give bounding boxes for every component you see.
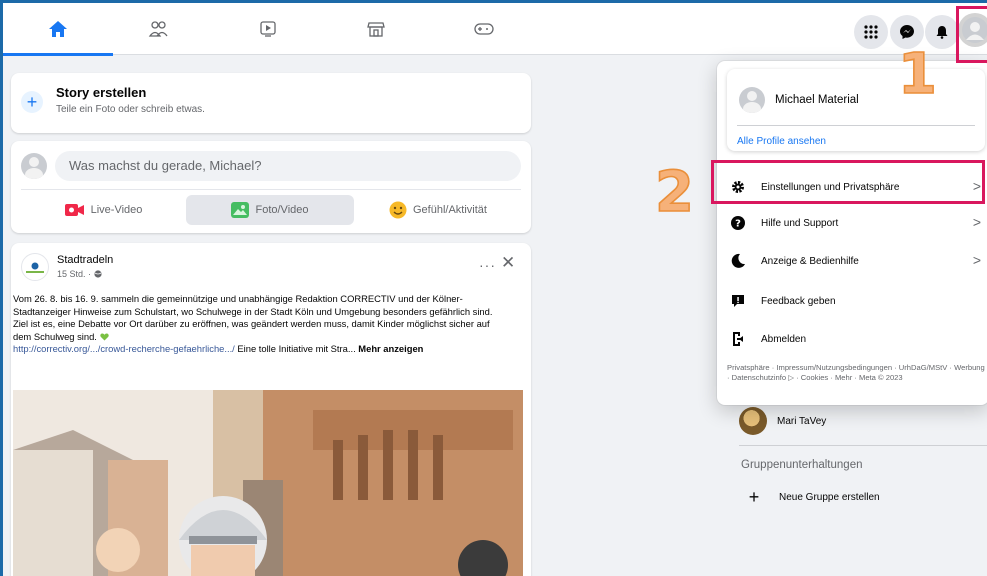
- more-options-icon[interactable]: ···: [479, 257, 496, 273]
- post-link[interactable]: http://correctiv.org/.../crowd-recherche…: [13, 343, 235, 354]
- feeling-activity-button[interactable]: Gefühl/Aktivität: [354, 195, 522, 225]
- contact-item[interactable]: Mari TaVey: [739, 407, 826, 435]
- menu-item-label: Feedback geben: [761, 295, 836, 307]
- status-input[interactable]: Was machst du gerade, Michael?: [55, 151, 521, 181]
- plus-icon: +: [21, 91, 43, 113]
- menu-item-feedback[interactable]: Feedback geben: [727, 285, 987, 317]
- group-conversations-title: Gruppenunterhaltungen: [741, 459, 863, 471]
- smiley-icon: [389, 201, 407, 219]
- post-text: Vom 26. 8. bis 16. 9. sammeln die gemein…: [13, 293, 508, 356]
- story-subtitle: Teile ein Foto oder schreib etwas.: [56, 104, 205, 115]
- chevron-right-icon: >: [972, 214, 981, 230]
- moon-icon: [727, 250, 749, 272]
- nav-tab-friends[interactable]: [103, 3, 213, 55]
- menu-item-display[interactable]: Anzeige & Bedienhilfe >: [727, 245, 987, 277]
- create-story-card[interactable]: + Story erstellen Teile ein Foto oder sc…: [11, 73, 531, 133]
- svg-text:?: ?: [735, 219, 741, 230]
- nav-tab-home[interactable]: [3, 3, 113, 56]
- post-body: Vom 26. 8. bis 16. 9. sammeln die gemein…: [13, 293, 493, 342]
- divider: [21, 189, 521, 190]
- menu-grid-button[interactable]: [854, 15, 888, 49]
- step-number-1: 1: [897, 42, 938, 107]
- menu-item-label: Anzeige & Bedienhilfe: [761, 255, 859, 267]
- nav-tab-gaming[interactable]: [429, 3, 539, 55]
- post-photo[interactable]: [13, 390, 523, 576]
- notifications-bell-icon: [936, 26, 948, 39]
- logout-icon: [727, 328, 749, 350]
- all-profiles-link[interactable]: Alle Profile ansehen: [737, 136, 826, 147]
- profile-avatar: [739, 87, 765, 113]
- stadtradeln-logo-icon: [26, 262, 44, 273]
- green-heart-icon: [99, 333, 109, 341]
- menu-item-label: Abmelden: [761, 333, 807, 345]
- messenger-icon: [900, 25, 914, 39]
- page-logo[interactable]: [21, 253, 49, 281]
- contact-avatar: [739, 407, 767, 435]
- account-menu: Michael Material Alle Profile ansehen Ei…: [717, 61, 987, 405]
- post-time-label: 15 Std. ·: [57, 269, 94, 279]
- post-body-continued: Eine tolle Initiative mit Stra...: [234, 343, 356, 355]
- live-video-button[interactable]: Live-Video: [21, 195, 186, 225]
- photo-video-label: Foto/Video: [255, 204, 309, 216]
- step-number-2: 2: [654, 160, 695, 225]
- story-title: Story erstellen: [56, 85, 147, 100]
- friends-icon: [148, 21, 168, 37]
- feeling-activity-label: Gefühl/Aktivität: [413, 204, 487, 216]
- feed-post: Stadtradeln 15 Std. · ··· ✕ Vom 26. 8. b…: [11, 243, 531, 576]
- photo-video-button[interactable]: Foto/Video: [186, 195, 354, 225]
- video-icon: [260, 21, 276, 37]
- post-photo-image: [13, 390, 523, 576]
- live-video-label: Live-Video: [90, 204, 143, 216]
- post-time[interactable]: 15 Std. ·: [57, 269, 102, 279]
- home-icon: [49, 21, 67, 37]
- new-group-button[interactable]: + Neue Gruppe erstellen: [743, 487, 880, 508]
- close-icon[interactable]: ✕: [501, 253, 515, 273]
- marketplace-icon: [367, 22, 385, 37]
- highlight-box-settings: [711, 160, 985, 204]
- see-more-link[interactable]: Mehr anzeigen: [358, 343, 423, 354]
- avatar: [21, 153, 47, 179]
- menu-item-logout[interactable]: Abmelden: [727, 323, 987, 355]
- menu-footer-links[interactable]: Privatsphäre · Impressum/Nutzungsbedingu…: [727, 363, 987, 383]
- chevron-right-icon: >: [972, 252, 981, 268]
- divider: [737, 125, 975, 126]
- highlight-box-profile: [956, 6, 987, 63]
- post-author[interactable]: Stadtradeln: [57, 254, 113, 266]
- profile-card[interactable]: Michael Material Alle Profile ansehen: [727, 69, 985, 151]
- post-composer: Was machst du gerade, Michael? Live-Vide…: [11, 141, 531, 233]
- contact-name: Mari TaVey: [777, 415, 827, 427]
- screenshot-frame: + Story erstellen Teile ein Foto oder sc…: [0, 0, 987, 576]
- feedback-icon: [727, 290, 749, 312]
- menu-grid-icon: [864, 25, 878, 39]
- photo-icon: [231, 202, 250, 218]
- menu-item-help[interactable]: ? Hilfe und Support >: [727, 207, 987, 239]
- top-navigation: [3, 3, 987, 56]
- live-video-icon: [64, 204, 84, 216]
- new-group-label: Neue Gruppe erstellen: [779, 492, 880, 503]
- profile-name: Michael Material: [775, 94, 859, 106]
- gaming-icon: [474, 23, 494, 35]
- divider: [739, 445, 987, 446]
- plus-icon: +: [748, 487, 760, 507]
- globe-icon: [93, 270, 102, 278]
- nav-tab-marketplace[interactable]: [321, 3, 431, 55]
- help-icon: ?: [727, 212, 749, 234]
- menu-item-label: Hilfe und Support: [761, 217, 839, 229]
- nav-tab-watch[interactable]: [213, 3, 323, 55]
